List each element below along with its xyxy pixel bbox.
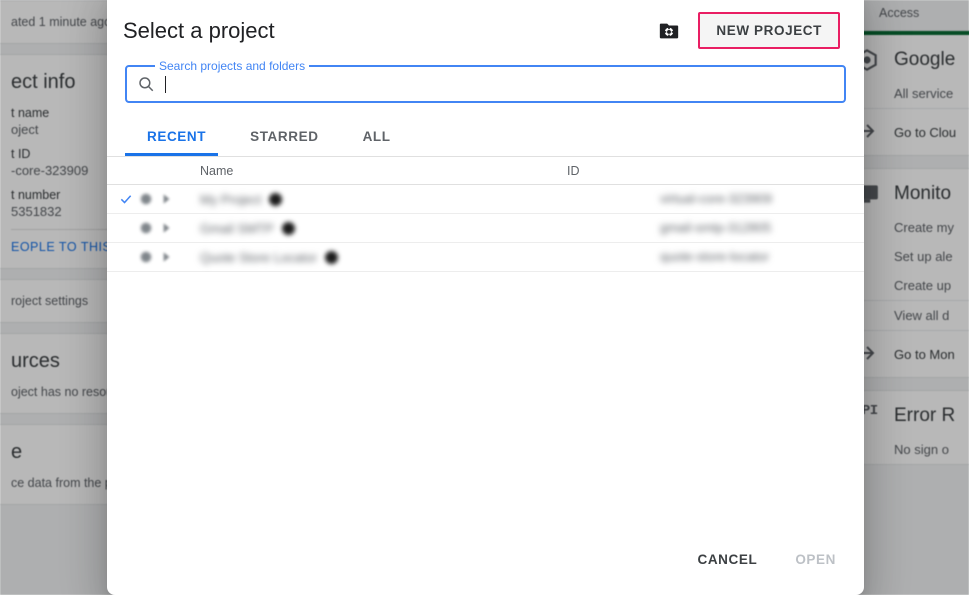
row-name-cell: Gmail SMTP	[200, 221, 660, 236]
new-project-button[interactable]: NEW PROJECT	[698, 12, 840, 49]
redaction-blob	[269, 192, 283, 206]
dialog-tabs: RECENT STARRED ALL	[107, 119, 864, 156]
projects-table: Name ID My Project virtual-core-323909 G…	[107, 157, 864, 530]
redaction-blob	[281, 221, 295, 235]
search-field[interactable]: Search projects and folders	[125, 59, 846, 103]
search-input[interactable]	[166, 75, 834, 93]
cancel-button[interactable]: CANCEL	[683, 542, 771, 577]
tab-recent[interactable]: RECENT	[125, 119, 228, 156]
project-name: My Project	[200, 191, 262, 207]
star-icon[interactable]	[139, 192, 153, 206]
row-name-cell: My Project	[200, 192, 660, 207]
row-id-cell: virtual-core-323909	[660, 190, 864, 208]
row-icons	[107, 192, 200, 206]
row-icons	[107, 221, 200, 235]
active-tab-indicator	[125, 153, 218, 156]
row-icons	[107, 250, 200, 264]
project-id: virtual-core-323909	[660, 191, 773, 206]
project-id: quote-store-locator	[660, 249, 770, 264]
project-name: Quote Store Locator	[200, 249, 318, 265]
tab-starred[interactable]: STARRED	[228, 119, 340, 156]
dialog-title: Select a project	[123, 17, 275, 43]
caret-right-icon[interactable]	[159, 192, 173, 206]
row-id-cell: gmail-smtp-312805	[660, 219, 864, 237]
search-field-label: Search projects and folders	[155, 59, 310, 73]
column-header-name: Name	[200, 163, 234, 178]
table-row[interactable]: Gmail SMTP gmail-smtp-312805	[107, 214, 864, 243]
table-row[interactable]: My Project virtual-core-323909	[107, 185, 864, 214]
star-icon[interactable]	[139, 221, 153, 235]
star-icon[interactable]	[139, 250, 153, 264]
folder-gear-icon[interactable]	[658, 20, 680, 42]
caret-right-icon[interactable]	[159, 250, 173, 264]
table-row[interactable]: Quote Store Locator quote-store-locator	[107, 243, 864, 272]
tab-all[interactable]: ALL	[341, 119, 413, 156]
caret-right-icon[interactable]	[159, 221, 173, 235]
dialog-header: Select a project NEW PROJECT	[107, 0, 864, 53]
row-name-cell: Quote Store Locator	[200, 250, 660, 265]
redaction-blob	[325, 250, 339, 264]
screen: ated 1 minute ago ect info t name oject …	[0, 0, 969, 595]
row-id-cell: quote-store-locator	[660, 248, 864, 266]
open-button[interactable]: OPEN	[781, 542, 850, 577]
dialog-footer: CANCEL OPEN	[107, 530, 864, 595]
project-name: Gmail SMTP	[200, 220, 274, 236]
select-project-dialog: Select a project NEW PROJECT Search proj…	[107, 0, 864, 595]
project-id: gmail-smtp-312805	[660, 220, 772, 235]
dialog-header-actions: NEW PROJECT	[658, 12, 840, 49]
check-icon	[119, 192, 133, 206]
search-field-wrapper: Search projects and folders	[107, 53, 864, 103]
column-header-id: ID	[567, 163, 580, 178]
search-icon	[137, 75, 155, 93]
table-header-row: Name ID	[107, 157, 864, 185]
